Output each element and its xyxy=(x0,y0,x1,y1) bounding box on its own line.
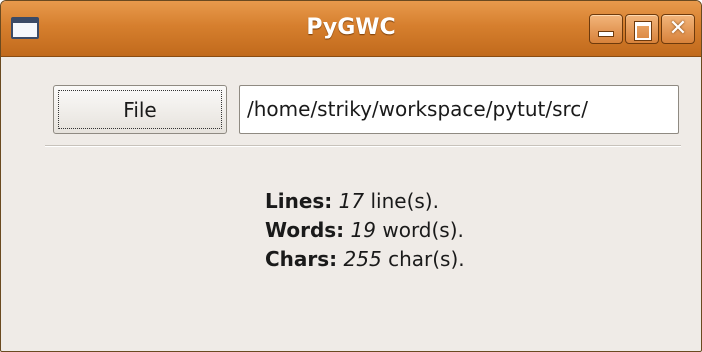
separator xyxy=(45,145,681,147)
maximize-icon xyxy=(635,22,651,40)
lines-value: 17 xyxy=(338,189,365,213)
chars-value: 255 xyxy=(343,247,382,271)
app-window: PyGWC ✕ File /home/striky/workspace/pytu… xyxy=(0,0,702,352)
maximize-button[interactable] xyxy=(625,14,659,44)
lines-stat: Lines: 17 line(s). xyxy=(265,187,465,216)
words-unit: word(s). xyxy=(382,218,464,242)
minimize-icon xyxy=(599,32,613,36)
file-button-label: File xyxy=(123,98,157,122)
title-bar[interactable]: PyGWC ✕ xyxy=(1,1,701,57)
close-button[interactable]: ✕ xyxy=(661,14,695,44)
chars-unit: char(s). xyxy=(388,247,465,271)
words-stat: Words: 19 word(s). xyxy=(265,216,465,245)
minimize-button[interactable] xyxy=(589,14,623,44)
file-button[interactable]: File xyxy=(53,85,227,134)
stats-panel: Lines: 17 line(s). Words: 19 word(s). Ch… xyxy=(265,187,465,274)
words-value: 19 xyxy=(350,218,376,242)
words-label: Words: xyxy=(265,218,345,242)
chars-stat: Chars: 255 char(s). xyxy=(265,245,465,274)
lines-label: Lines: xyxy=(265,189,333,213)
lines-unit: line(s). xyxy=(370,189,439,213)
chars-label: Chars: xyxy=(265,247,338,271)
file-path-field[interactable]: /home/striky/workspace/pytut/src/ xyxy=(239,85,679,134)
close-icon: ✕ xyxy=(668,16,688,41)
